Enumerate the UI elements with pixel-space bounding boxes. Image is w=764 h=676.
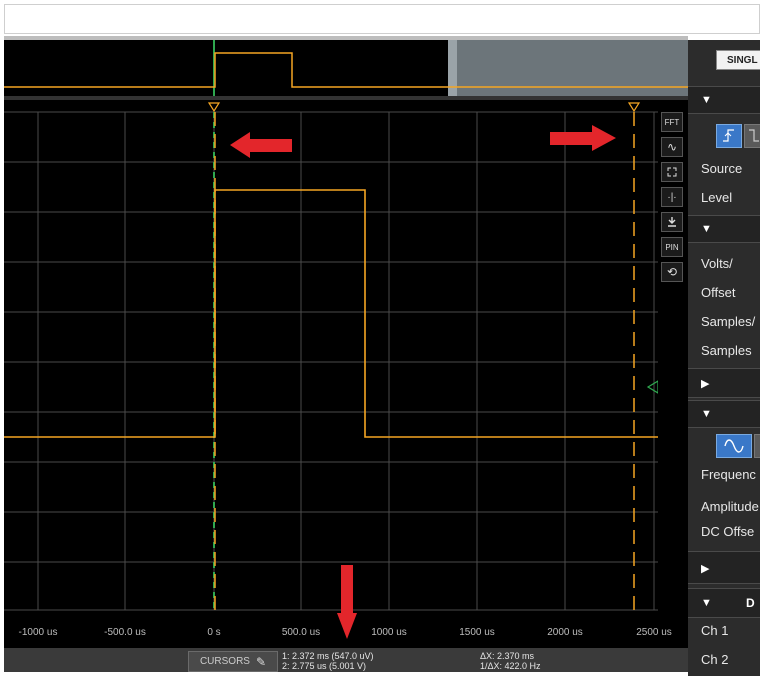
x-axis-tick-label: -1000 us (18, 627, 58, 638)
cursor-1-marker-icon[interactable] (207, 102, 221, 113)
x-axis-tick-label: 1500 us (459, 627, 495, 638)
rising-edge-button[interactable] (716, 124, 742, 148)
single-acquisition-button[interactable]: SINGL (716, 50, 764, 70)
collapse-triangle-icon[interactable]: ▼ (701, 408, 712, 420)
collapsed-section-header[interactable]: ▶ (688, 551, 764, 584)
x-axis-tick-label: 1000 us (371, 627, 407, 638)
timeline-overview[interactable] (4, 40, 688, 96)
rising-edge-icon (723, 129, 734, 142)
trigger-level-marker-icon[interactable] (646, 380, 658, 394)
cursor-1-readout: 1: 2.372 ms (547.0 uV) (282, 651, 374, 661)
sine-wave-button[interactable] (716, 434, 752, 458)
dc-channel-2-label: Ch 2 (701, 652, 729, 667)
reset-icon: ⟲ (666, 265, 678, 279)
status-bar: CURSORS ✎ 1: 2.372 ms (547.0 uV) 2: 2.77… (4, 648, 688, 672)
dc-channel-1-label: Ch 1 (701, 623, 729, 638)
annotation-arrow-right-icon (550, 125, 616, 151)
fullscreen-button[interactable] (661, 162, 683, 182)
collapse-triangle-icon[interactable]: ▼ (701, 223, 712, 235)
x-axis-tick-label: -500.0 us (104, 627, 146, 638)
collapse-triangle-icon[interactable]: ▼ (701, 597, 712, 609)
trigger-level-label: Level (701, 190, 733, 205)
wavegen-section-header[interactable]: ▼ (688, 400, 764, 428)
scope-plot[interactable] (4, 100, 658, 620)
dc-offset-label: DC Offse (701, 524, 755, 539)
fullscreen-icon (667, 167, 677, 177)
scope-toolbar: FFT ∿ ·|· PIN ⟲ (658, 100, 688, 620)
cursors-button[interactable]: CURSORS ✎ (188, 651, 278, 672)
fft-icon: FFT (664, 117, 680, 127)
oscilloscope-app: FFT ∿ ·|· PIN ⟲ -1000 us -500.0 us 0 s 500.… (0, 0, 764, 676)
cursor-2-marker-icon[interactable] (627, 102, 641, 113)
filter-curve-icon: ∿ (666, 140, 678, 154)
trigger-section-header[interactable]: ▼ (688, 86, 764, 114)
collapsed-section-header[interactable]: ▶ (688, 368, 764, 398)
pin-button[interactable]: PIN (661, 237, 683, 257)
reset-button[interactable]: ⟲ (661, 262, 683, 282)
download-button[interactable] (661, 212, 683, 232)
scope-canvas[interactable] (4, 100, 658, 620)
volts-per-div-label: Volts/ (701, 256, 733, 271)
x-axis-tick-label: 2500 us (636, 627, 672, 638)
cursor-split-icon: ·|· (667, 191, 677, 203)
dc-section-header[interactable]: ▼ D (688, 588, 764, 618)
filter-button[interactable]: ∿ (661, 137, 683, 157)
cursors-label: CURSORS (199, 656, 250, 667)
expand-triangle-icon[interactable]: ▶ (701, 562, 709, 575)
control-sidebar: SINGL ▼ Source Level ▼ Volts/ Offset Sam… (688, 40, 764, 676)
overview-trace (4, 40, 688, 96)
pin-icon: PIN (665, 242, 679, 252)
delta-x-readout: ΔX: 2.370 ms (480, 651, 535, 661)
collapse-triangle-icon[interactable]: ▼ (701, 94, 712, 106)
scope-grid (4, 111, 658, 611)
channel-section-header[interactable]: ▼ (688, 215, 764, 243)
samples-per-second-label: Samples/ (701, 314, 756, 329)
dc-section-title: D (746, 596, 755, 610)
x-axis-tick-label: 0 s (207, 627, 221, 638)
sine-wave-icon (724, 439, 744, 453)
channel-1-trace (4, 189, 658, 438)
inverse-delta-x-readout: 1/ΔX: 422.0 Hz (480, 661, 541, 671)
top-bar (4, 4, 760, 34)
amplitude-label: Amplitude (701, 499, 759, 514)
annotation-arrow-left-icon (230, 132, 292, 158)
frequency-label: Frequenc (701, 467, 756, 482)
annotation-arrow-down-icon (337, 565, 357, 639)
cursor-2-readout: 2: 2.775 us (5.001 V) (282, 661, 367, 671)
samples-label: Samples (701, 343, 752, 358)
x-axis-tick-label: 2000 us (547, 627, 583, 638)
offset-label: Offset (701, 285, 736, 300)
fft-button[interactable]: FFT (661, 112, 683, 132)
expand-triangle-icon[interactable]: ▶ (701, 377, 709, 390)
window-edge (760, 0, 764, 676)
download-icon (668, 217, 676, 227)
pencil-icon: ✎ (255, 654, 267, 669)
x-axis-tick-label: 500.0 us (281, 627, 321, 638)
trigger-source-label: Source (701, 161, 743, 176)
cursor-split-button[interactable]: ·|· (661, 187, 683, 207)
